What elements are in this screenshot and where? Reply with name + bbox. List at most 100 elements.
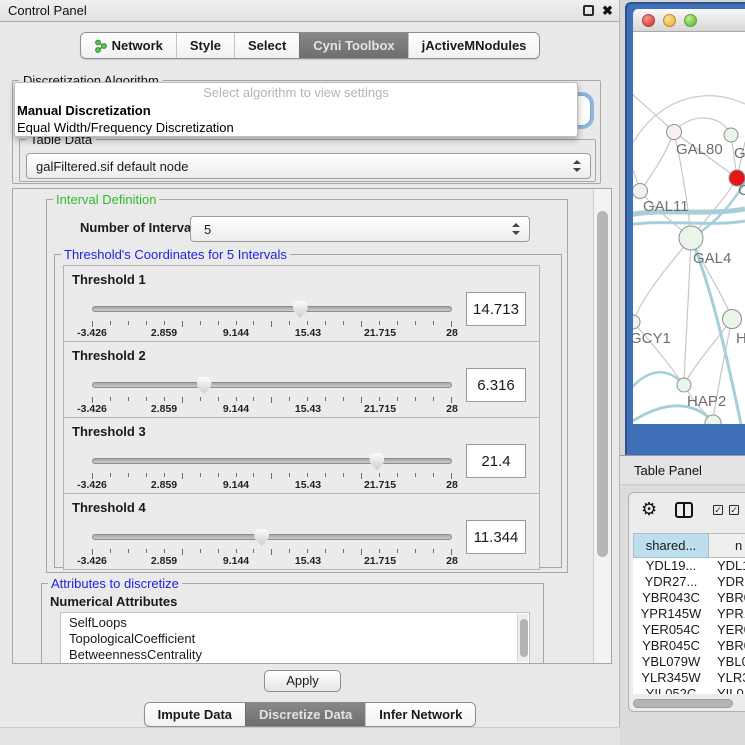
- table-row[interactable]: YLR345WYLR3: [633, 670, 745, 686]
- node-h[interactable]: [723, 310, 742, 329]
- table-row[interactable]: YBR043CYBR0: [633, 590, 745, 606]
- slider-thumb[interactable]: [293, 301, 308, 318]
- column-header-shared-name[interactable]: shared...: [633, 533, 709, 558]
- threshold-slider[interactable]: [92, 376, 452, 394]
- tick-mark: [110, 473, 111, 477]
- table-panel-header: Table Panel: [620, 455, 745, 485]
- table-row[interactable]: YER054CYER0: [633, 622, 745, 638]
- threshold-slider[interactable]: [92, 300, 452, 318]
- table-row[interactable]: YDR27...YDR2: [633, 574, 745, 590]
- tab-cyni-toolbox[interactable]: Cyni Toolbox: [299, 33, 407, 58]
- scrollbar-thumb[interactable]: [520, 619, 528, 657]
- checkbox-icon[interactable]: ✓: [713, 505, 723, 515]
- node-gcy1[interactable]: [633, 315, 640, 329]
- tick-mark: [397, 397, 398, 401]
- table-data-combobox[interactable]: galFiltered.sif default node: [26, 153, 591, 179]
- column-header-name[interactable]: n: [709, 533, 745, 558]
- node-hap2[interactable]: [677, 378, 691, 392]
- table-row[interactable]: YIL052CYIL0: [633, 686, 745, 694]
- slider-track[interactable]: [92, 382, 452, 388]
- threshold-panel-3: Threshold 3-3.4262.8599.14415.4321.71528…: [63, 417, 540, 494]
- algorithm-dropdown-popup: Select algorithm to view settings Manual…: [14, 82, 578, 137]
- minimize-traffic-light-icon[interactable]: [663, 14, 676, 27]
- numerical-attributes-list[interactable]: SelfLoopsTopologicalCoefficientBetweenne…: [60, 612, 530, 664]
- checkbox-icon[interactable]: ✓: [729, 505, 739, 515]
- table-panel-container: ⚙ ✓ ✓ shared... n YDL19...YDL1YDR27...YD…: [628, 492, 745, 712]
- tick-label: 9.144: [223, 403, 249, 415]
- table-row[interactable]: YBR045CYBR0: [633, 638, 745, 654]
- tick-mark: [343, 473, 344, 477]
- tick-mark: [253, 549, 254, 553]
- tab-network[interactable]: Network: [81, 33, 176, 58]
- tab-select[interactable]: Select: [234, 33, 299, 58]
- table-row[interactable]: YDL19...YDL1: [633, 558, 745, 574]
- attributes-list-scrollbar[interactable]: [517, 614, 528, 662]
- tab-infer-network[interactable]: Infer Network: [365, 703, 475, 726]
- table-row[interactable]: YPR145WYPR1: [633, 606, 745, 622]
- slider-thumb[interactable]: [369, 453, 384, 470]
- tick-mark: [253, 321, 254, 325]
- network-view-window[interactable]: GAL80 GA C GAL11 GAL4 GCY1 H HAP2: [625, 2, 745, 455]
- gear-icon[interactable]: ⚙: [641, 499, 657, 519]
- threshold-value-field[interactable]: 21.4: [466, 444, 526, 478]
- tick-mark: [146, 321, 147, 325]
- slider-thumb[interactable]: [254, 529, 269, 546]
- tick-mark: [415, 549, 416, 553]
- attribute-list-item[interactable]: BetweennessCentrality: [69, 647, 529, 663]
- slider-track[interactable]: [92, 306, 452, 312]
- tick-mark: [307, 321, 308, 325]
- bottom-strip: [0, 727, 620, 745]
- table-row[interactable]: YBL079WYBL0: [633, 654, 745, 670]
- node-gal11[interactable]: [633, 184, 648, 199]
- columns-icon[interactable]: [675, 502, 693, 518]
- network-window-titlebar[interactable]: [633, 9, 745, 32]
- tick-mark: [146, 473, 147, 477]
- tab-impute-data[interactable]: Impute Data: [145, 703, 245, 726]
- threshold-value-field[interactable]: 11.344: [466, 520, 526, 554]
- apply-button[interactable]: Apply: [264, 670, 341, 692]
- attribute-list-item[interactable]: SelfLoops: [69, 615, 529, 631]
- threshold-label: Threshold 2: [72, 348, 146, 363]
- close-icon[interactable]: ✖: [602, 2, 613, 20]
- tick-mark: [164, 397, 165, 401]
- attribute-list-item[interactable]: TopologicalCoefficient: [69, 631, 529, 647]
- tick-mark: [325, 397, 326, 401]
- close-traffic-light-icon[interactable]: [642, 14, 655, 27]
- slider-tick-labels: -3.4262.8599.14415.4321.71528: [92, 555, 452, 567]
- algorithm-option[interactable]: Equal Width/Frequency Discretization: [15, 119, 577, 136]
- slider-track[interactable]: [92, 458, 452, 464]
- network-icon: [94, 39, 107, 53]
- threshold-value-field[interactable]: 14.713: [466, 292, 526, 326]
- table-horizontal-scrollbar[interactable]: [633, 698, 745, 709]
- tab-jactivemnodules[interactable]: jActiveMNodules: [408, 33, 540, 58]
- tick-mark: [289, 321, 290, 325]
- threshold-slider[interactable]: [92, 528, 452, 546]
- scrollbar-thumb[interactable]: [633, 699, 733, 708]
- tab-style[interactable]: Style: [176, 33, 234, 58]
- slider-track[interactable]: [92, 534, 452, 540]
- control-panel: Control Panel ✖ NetworkStyleSelectCyni T…: [0, 0, 620, 745]
- tick-label: -3.426: [77, 555, 107, 567]
- threshold-value-field[interactable]: 6.316: [466, 368, 526, 402]
- threshold-panel-2: Threshold 2-3.4262.8599.14415.4321.71528…: [63, 341, 540, 418]
- tick-mark: [236, 321, 237, 325]
- node-gal[interactable]: [724, 128, 738, 142]
- tick-label: 15.43: [295, 555, 321, 567]
- combo-stepper-icon: [573, 159, 581, 173]
- tick-label: 9.144: [223, 479, 249, 491]
- number-of-intervals-combobox[interactable]: 5: [190, 216, 530, 242]
- tick-mark: [128, 397, 129, 401]
- zoom-traffic-light-icon[interactable]: [684, 14, 697, 27]
- node-label: GA: [734, 145, 745, 162]
- network-canvas[interactable]: GAL80 GA C GAL11 GAL4 GCY1 H HAP2: [633, 32, 745, 424]
- settings-vertical-scrollbar[interactable]: [593, 189, 611, 663]
- tab-discretize-data[interactable]: Discretize Data: [245, 703, 365, 726]
- threshold-slider[interactable]: [92, 452, 452, 470]
- node-gal4[interactable]: [679, 226, 703, 250]
- float-window-icon[interactable]: [583, 5, 594, 16]
- slider-thumb[interactable]: [197, 377, 212, 394]
- scrollbar-thumb[interactable]: [597, 211, 608, 557]
- tick-mark: [236, 397, 237, 401]
- algorithm-option[interactable]: Manual Discretization: [15, 102, 577, 119]
- node-gal80[interactable]: [667, 125, 682, 140]
